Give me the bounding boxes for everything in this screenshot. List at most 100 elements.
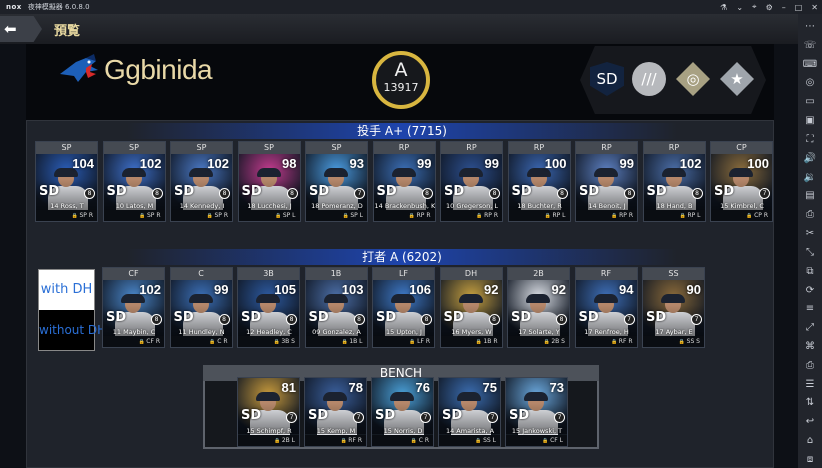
macro-icon[interactable]: ⌘: [803, 338, 817, 355]
player-card[interactable]: SS SD 90 7 17 Aybar, E 🔒 SS S: [642, 267, 705, 348]
player-card[interactable]: SD 76 7 15 Norris, D 🔒 C R: [371, 377, 434, 447]
team-header: Ggbinida A 13917 SD/// ◎ ★: [26, 44, 774, 120]
dropdown-icon[interactable]: ⌄: [736, 3, 743, 12]
back-icon[interactable]: ↩: [803, 413, 817, 430]
player-card[interactable]: SD 81 7 15 Schimpf, R 🔒 2B L: [237, 377, 300, 447]
card-footer: 🔒 1B L: [305, 336, 367, 347]
printer-icon[interactable]: ⎙: [803, 357, 817, 374]
padres-logo-icon: SD: [106, 184, 127, 199]
position-label: RP: [441, 142, 502, 154]
overall-rating: 103: [341, 282, 364, 297]
card-position-hand: SP L: [282, 212, 296, 219]
recent-icon[interactable]: ⧈: [803, 451, 817, 468]
lock-icon: 🔒: [274, 213, 283, 219]
player-card[interactable]: CF SD 102 8 11 Maybin, C 🔒 CF R: [102, 267, 165, 348]
card-position-hand: SP R: [79, 212, 93, 219]
padres-logo-icon: SD: [511, 184, 532, 199]
menu-icon[interactable]: ≡: [803, 300, 817, 317]
cut-icon[interactable]: ✂: [803, 225, 817, 242]
silver-badge-icon[interactable]: ///: [632, 62, 666, 96]
maximize-button[interactable]: □: [795, 3, 803, 12]
overall-rating: 76: [415, 380, 430, 395]
target-badge-icon[interactable]: ◎: [676, 62, 710, 96]
more-icon[interactable]: ⋯: [803, 18, 817, 35]
player-card[interactable]: RP SD 99 8 14 Benoit, J 🔒 RP R: [575, 141, 638, 222]
without-dh-option[interactable]: without DH: [39, 310, 106, 350]
player-name: 17 Aybar, E: [655, 328, 693, 336]
player-card[interactable]: RF SD 94 7 17 Renfroe, H 🔒 RF R: [574, 267, 638, 348]
card-position-hand: RP L: [552, 212, 566, 219]
card-footer: 🔒 RP L: [508, 210, 570, 221]
player-name: 15 Jankowski, T: [511, 427, 563, 435]
keyboard-icon[interactable]: ⌨: [803, 56, 817, 73]
settings-icon[interactable]: ⚙: [766, 3, 773, 12]
multi-icon[interactable]: ⧉: [803, 263, 817, 280]
expand-icon[interactable]: ⛶: [803, 131, 817, 148]
player-card[interactable]: SD 78 7 15 Kemp, M 🔒 RF R: [304, 377, 367, 447]
overall-rating: 78: [348, 380, 363, 395]
screenshot-icon[interactable]: ⎙: [803, 206, 817, 223]
level-badge: 8: [421, 314, 432, 325]
card-position-hand: RP R: [484, 212, 498, 219]
card-footer: 🔒 CF L: [506, 435, 567, 446]
phone-icon[interactable]: ☏: [803, 37, 817, 54]
player-name: 11 Hundley, N: [178, 328, 225, 336]
player-card[interactable]: CP SD 100 7 15 Kimbrel, C 🔒 CP R: [710, 141, 773, 222]
player-card[interactable]: RP SD 99 8 10 Gregerson, L 🔒 RP R: [440, 141, 503, 222]
overall-rating: 102: [207, 156, 229, 171]
position-label: SP: [306, 142, 367, 154]
pin-icon[interactable]: ⌖: [752, 2, 757, 12]
overall-rating: 90: [686, 282, 701, 297]
star-badge-icon[interactable]: ★: [720, 62, 754, 96]
resize-icon[interactable]: ⤢: [803, 319, 817, 336]
padres-logo-icon: SD: [444, 184, 465, 199]
player-card[interactable]: RP SD 100 8 18 Buchter, R 🔒 RP L: [507, 141, 571, 222]
dh-toggle[interactable]: with DH without DH: [38, 269, 106, 351]
player-card[interactable]: SP SD 104 8 14 Ross, T 🔒 SP R: [35, 141, 98, 222]
overall-rating: 106: [409, 282, 431, 297]
close-button[interactable]: ✕: [811, 3, 818, 12]
card-footer: 🔒 RP L: [643, 210, 705, 221]
skin-icon[interactable]: ⚗: [720, 3, 727, 12]
scale-icon[interactable]: ⤡: [803, 244, 817, 261]
padres-team-badge-icon[interactable]: SD: [590, 62, 624, 96]
player-name: 17 Renfroe, H: [584, 328, 629, 336]
player-name: 18 Pomeranz, D: [311, 202, 363, 210]
padres-logo-icon: SD: [39, 184, 60, 199]
minimize-button[interactable]: –: [782, 3, 786, 12]
player-card[interactable]: 3B SD 105 8 12 Headley, C 🔒 3B S: [237, 267, 300, 348]
sync-icon[interactable]: ⟳: [803, 282, 817, 299]
location-icon[interactable]: ◎: [803, 74, 817, 91]
player-card[interactable]: C SD 99 8 11 Hundley, N 🔒 C R: [169, 267, 233, 348]
player-card[interactable]: SP SD 102 8 14 Kennedy, I 🔒 SP R: [170, 141, 233, 222]
overall-rating: 102: [679, 156, 702, 171]
level-badge: 8: [488, 314, 500, 325]
apk-icon[interactable]: ▤: [803, 187, 817, 204]
player-card[interactable]: SD 75 7 14 Amarista, A 🔒 SS L: [438, 377, 501, 447]
level-badge: 8: [691, 188, 703, 199]
back-button[interactable]: ⬅: [0, 16, 42, 42]
player-card[interactable]: SP SD 102 8 10 Latos, M 🔒 SP R: [102, 141, 166, 222]
list-icon[interactable]: ☰: [803, 376, 817, 393]
player-card[interactable]: 2B SD 92 8 17 Solarte, Y 🔒 2B S: [507, 267, 570, 348]
player-card[interactable]: SP SD 98 8 18 Lucchesi, J 🔒 SP L: [237, 141, 301, 222]
screen-icon[interactable]: ▭: [803, 93, 817, 110]
shake-icon[interactable]: ⇅: [803, 395, 817, 412]
card-position-hand: SS S: [686, 338, 700, 345]
player-card[interactable]: SP SD 93 7 18 Pomeranz, D 🔒 SP L: [305, 141, 368, 222]
player-card[interactable]: LF SD 106 8 15 Upton, J 🔒 LF R: [372, 267, 435, 348]
player-card[interactable]: RP SD 102 8 18 Hand, B 🔒 RP L: [642, 141, 706, 222]
player-card[interactable]: 1B SD 103 8 09 Gonzalez, A 🔒 1B L: [304, 267, 368, 348]
player-card[interactable]: SD 73 7 15 Jankowski, T 🔒 CF L: [505, 377, 568, 447]
home-icon[interactable]: ⌂: [803, 432, 817, 449]
level-badge: 7: [353, 412, 364, 423]
position-label: SS: [643, 268, 704, 280]
player-card[interactable]: RP SD 99 8 14 Brackenbush, K 🔒 RP R: [372, 141, 436, 222]
with-dh-option[interactable]: with DH: [39, 270, 94, 310]
player-card[interactable]: DH SD 92 8 16 Myers, W 🔒 1B R: [439, 267, 503, 348]
card-footer: 🔒 RP R: [441, 210, 502, 221]
volume-up-icon[interactable]: 🔊: [803, 150, 817, 167]
fullscreen-icon[interactable]: ▣: [803, 112, 817, 129]
volume-down-icon[interactable]: 🔉: [803, 169, 817, 186]
lock-icon: 🔒: [678, 339, 687, 345]
